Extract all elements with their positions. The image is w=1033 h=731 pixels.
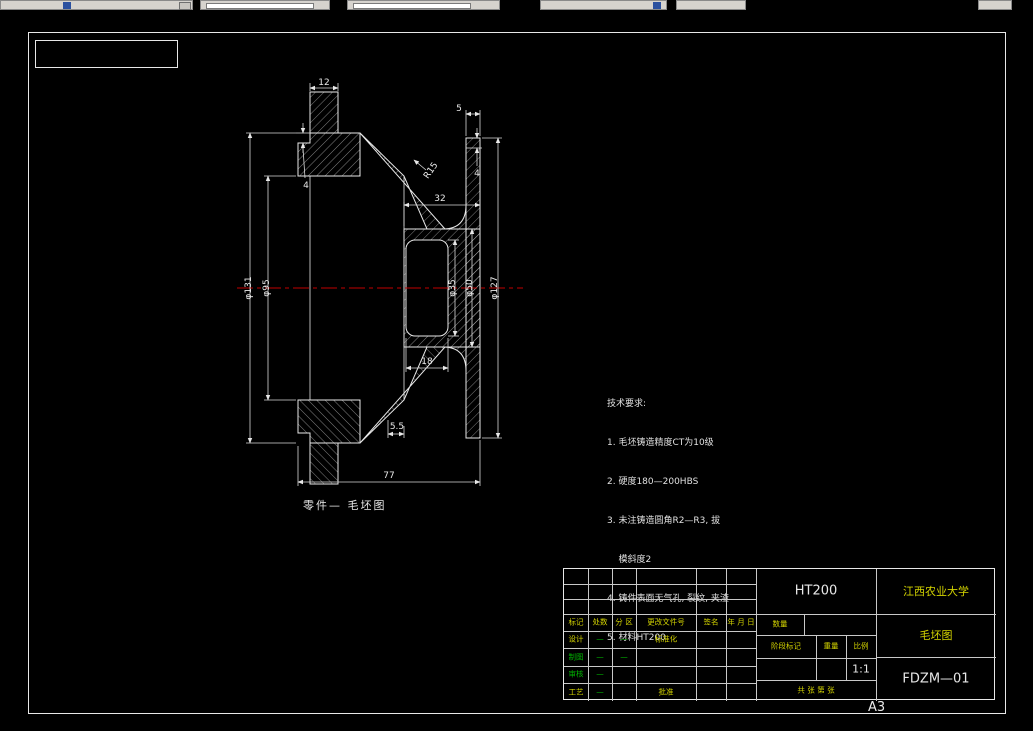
- notes-line-2: 2. 硬度180—200HBS: [607, 477, 699, 487]
- drawing-title: 毛坯图: [919, 629, 953, 642]
- row-design-date: —: [620, 634, 628, 644]
- dim-label-35: φ35: [448, 279, 458, 296]
- rev-header-sign: 签名: [703, 617, 719, 627]
- rev-header-mark: 标记: [568, 617, 584, 627]
- dim-label-127: φ127: [490, 276, 500, 299]
- row-process-sig: —: [596, 687, 604, 697]
- material-value: HT200: [794, 583, 838, 599]
- row-standard-label: 标准化: [654, 634, 678, 644]
- dim-label-55: 5.5: [390, 422, 404, 432]
- row-approve-label: 批准: [658, 687, 674, 697]
- row-draft-date: —: [620, 652, 628, 662]
- dim-label-95: φ95: [262, 279, 272, 296]
- title-block: 标记 处数 分 区 更改文件号 签名 年 月 日 设计 — — 标准化 制图 —…: [563, 568, 996, 701]
- dim-label-4r: 4: [474, 169, 480, 179]
- stage-label: 阶段标记: [771, 641, 801, 651]
- sheet-note: 共 张 第 张: [797, 685, 835, 695]
- row-design-label: 设计: [568, 634, 584, 644]
- row-process-label: 工艺: [568, 687, 584, 697]
- notes-title: 技术要求:: [607, 399, 647, 409]
- scale-label: 比例: [853, 641, 869, 651]
- drawing-code: FDZM—01: [902, 671, 970, 687]
- row-draft-sig: —: [596, 652, 604, 662]
- company-name: 江西农业大学: [903, 585, 969, 598]
- rev-header-doc: 更改文件号: [647, 617, 685, 627]
- dim-label-r15: R15: [422, 161, 440, 181]
- row-design-sig: —: [596, 634, 604, 644]
- notes-line-1: 1. 毛坯铸造精度CT为10级: [607, 438, 714, 448]
- dim-label-77: 77: [383, 471, 394, 481]
- rev-header-zone: 分 区: [615, 617, 633, 627]
- weight-label: 重量: [823, 641, 839, 651]
- dim-label-12: 12: [318, 78, 329, 88]
- row-check-sig: —: [596, 669, 604, 679]
- qty-label: 数量: [772, 619, 788, 629]
- dim-label-32: 32: [434, 194, 445, 204]
- rev-header-date: 年 月 日: [727, 617, 755, 627]
- notes-line-4: 模斜度2: [607, 555, 652, 565]
- sheet-size-label: A3: [868, 700, 886, 715]
- dim-label-50: φ50: [465, 279, 475, 297]
- dim-label-4l: 4: [303, 181, 309, 191]
- dim-label-131: φ131: [244, 276, 254, 299]
- rev-header-count: 处数: [592, 617, 608, 627]
- row-check-label: 审核: [568, 669, 584, 679]
- view-caption: 零件— 毛坯图: [303, 499, 387, 512]
- row-draft-label: 制图: [568, 652, 584, 662]
- scale-value: 1:1: [852, 662, 870, 676]
- notes-line-3: 3. 未注铸造圆角R2—R3, 拔: [607, 516, 721, 526]
- dim-label-18: 18: [421, 357, 433, 367]
- dim-label-5: 5: [456, 104, 462, 114]
